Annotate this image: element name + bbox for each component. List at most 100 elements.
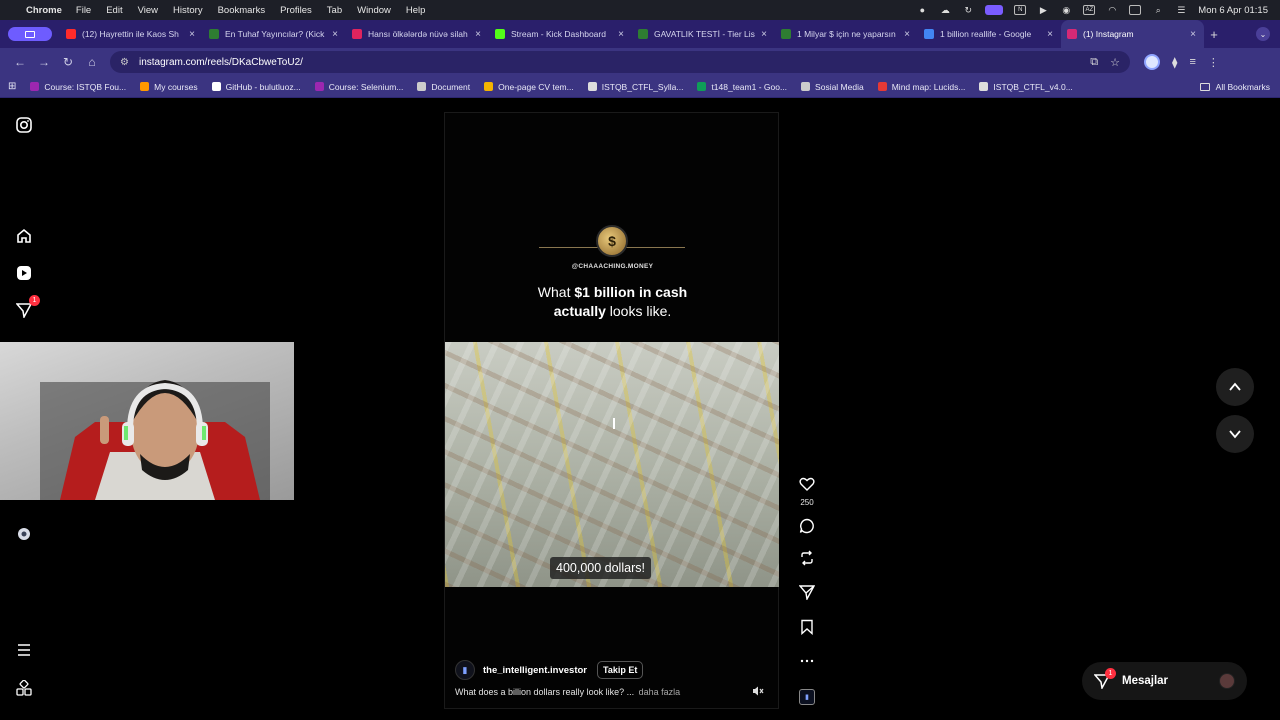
all-bookmarks[interactable]: All Bookmarks [1199, 82, 1270, 92]
bookmark-1[interactable]: My courses [140, 82, 198, 92]
media-controls-icon[interactable]: ≡ [1189, 56, 1195, 68]
direct-messages-icon[interactable]: 1 [14, 295, 40, 320]
reload-icon[interactable]: ↻ [56, 55, 80, 69]
bookmark-favicon-icon [30, 82, 40, 91]
tab-close-icon[interactable]: × [1190, 29, 1196, 40]
tab-close-icon[interactable]: × [189, 29, 195, 40]
author-avatar[interactable]: ▮ [455, 660, 475, 680]
menu-view[interactable]: View [138, 5, 158, 16]
bookmark-star-icon[interactable]: ☆ [1110, 56, 1120, 69]
reel-video[interactable]: $ @CHAAACHING.MONEY What $1 billion in c… [444, 112, 779, 709]
notion-icon[interactable]: N [1014, 5, 1027, 15]
bookmark-2[interactable]: GitHub - bulutluoz... [211, 82, 301, 92]
tab-0[interactable]: (12) Hayrettin ile Kaos Sh × [60, 20, 203, 48]
menu-history[interactable]: History [173, 5, 203, 16]
reels-icon[interactable] [14, 263, 34, 283]
caption-bold-2: actually [553, 303, 606, 319]
menu-profiles[interactable]: Profiles [280, 5, 312, 16]
author-username[interactable]: the_intelligent.investor [483, 665, 587, 676]
repost-button[interactable] [795, 550, 819, 571]
bookmark-8[interactable]: Sosial Media [801, 82, 864, 92]
threads-icon[interactable] [14, 524, 34, 544]
screen-share-icon[interactable] [985, 5, 1004, 15]
share-button[interactable] [795, 584, 819, 605]
bookmark-0[interactable]: Course: ISTQB Fou... [30, 82, 126, 92]
tab-4[interactable]: GAVATLIK TESTİ - Tier Lis × [632, 20, 775, 48]
tab-close-icon[interactable]: × [904, 29, 910, 40]
apps-grid-icon[interactable]: ⊞ [8, 81, 16, 92]
bookmark-5[interactable]: One-page CV tem... [484, 82, 574, 92]
menu-app-name[interactable]: Chrome [26, 5, 62, 16]
also-from-meta-icon[interactable] [14, 678, 34, 698]
save-button[interactable] [795, 619, 819, 640]
tab-close-icon[interactable]: × [332, 29, 338, 40]
next-reel-button[interactable] [1216, 415, 1254, 453]
comment-button[interactable] [795, 518, 819, 539]
tab-7-active[interactable]: (1) Instagram × [1061, 20, 1204, 48]
site-info-icon[interactable]: ⚙ [120, 57, 129, 68]
tab-group-pill[interactable] [8, 27, 52, 41]
more-menu-icon[interactable] [14, 640, 34, 660]
cloud-icon[interactable]: ☁ [939, 5, 951, 15]
menu-kebab-icon[interactable]: ⋮ [1208, 56, 1219, 69]
menu-file[interactable]: File [76, 5, 91, 16]
input-source-icon[interactable]: AZ [1083, 5, 1096, 15]
tab-6[interactable]: 1 billion reallife - Google × [918, 20, 1061, 48]
battery-icon[interactable] [1129, 5, 1142, 15]
bookmark-9[interactable]: Mind map: Lucids... [877, 82, 965, 92]
bookmark-label: ISTQB_CTFL_Sylla... [601, 81, 684, 92]
tab-close-icon[interactable]: × [475, 29, 481, 40]
tab-close-icon[interactable]: × [1047, 29, 1053, 40]
back-icon[interactable]: ← [8, 55, 32, 69]
profile-avatar[interactable] [1144, 54, 1160, 70]
tab-title: Stream - Kick Dashboard [511, 29, 606, 39]
camera-icon[interactable]: ▶ [1037, 5, 1049, 15]
tab-1[interactable]: En Tuhaf Yayıncılar? (Kick × [203, 20, 346, 48]
previous-reel-button[interactable] [1216, 368, 1254, 406]
wifi-icon[interactable]: ◠ [1106, 5, 1118, 15]
bookmark-10[interactable]: ISTQB_CTFL_v4.0... [979, 82, 1073, 92]
menu-edit[interactable]: Edit [106, 5, 122, 16]
bookmark-favicon-icon [979, 82, 989, 91]
tab-5[interactable]: 1 Milyar $ için ne yaparsın × [775, 20, 918, 48]
forward-icon[interactable]: → [32, 55, 56, 69]
menu-tab[interactable]: Tab [327, 5, 342, 16]
menu-bookmarks[interactable]: Bookmarks [218, 5, 266, 16]
address-bar[interactable]: ⚙ instagram.com/reels/DKaCbweToU2/ ⧉ ☆ [110, 51, 1130, 73]
more-link[interactable]: daha fazla [639, 687, 681, 697]
bookmark-7[interactable]: t148_team1 - Goo... [697, 82, 787, 92]
menu-help[interactable]: Help [406, 5, 426, 16]
menu-window[interactable]: Window [357, 5, 391, 16]
bookmark-3[interactable]: Course: Selenium... [314, 82, 403, 92]
home-icon[interactable]: ⌂ [80, 55, 104, 69]
messages-badge: 1 [1105, 668, 1116, 679]
instagram-logo-icon[interactable] [14, 115, 34, 135]
mute-icon[interactable] [752, 685, 766, 697]
sync-icon[interactable]: ↻ [962, 5, 974, 15]
install-app-icon[interactable]: ⧉ [1090, 56, 1098, 69]
like-button[interactable]: 250 [795, 476, 819, 507]
spotlight-search-icon[interactable]: ⌕ [1152, 5, 1164, 15]
google-favicon-icon [924, 29, 934, 39]
tab-close-icon[interactable]: × [761, 29, 767, 40]
bookmark-4[interactable]: Document [417, 82, 470, 92]
bookmark-6[interactable]: ISTQB_CTFL_Sylla... [587, 81, 684, 92]
control-center-icon[interactable]: ☰ [1175, 5, 1187, 15]
tab-search-chevron-icon[interactable]: ⌄ [1256, 27, 1270, 41]
record-dot-icon[interactable]: ● [916, 5, 928, 15]
audio-thumbnail[interactable]: ▮ [799, 689, 815, 705]
tab-2[interactable]: Hansı ölkələrdə nüvə silah × [346, 20, 489, 48]
tab-title: GAVATLIK TESTİ - Tier Lis [654, 29, 755, 39]
messages-button[interactable]: 1 Mesajlar [1082, 662, 1247, 700]
home-icon[interactable] [14, 226, 34, 246]
play-icon[interactable]: ◉ [1060, 5, 1072, 15]
more-options-button[interactable] [795, 653, 819, 674]
new-tab-icon[interactable]: + [1204, 27, 1224, 42]
menu-clock[interactable]: Mon 6 Apr 01:15 [1198, 5, 1268, 16]
extensions-icon[interactable]: ⧫ [1172, 56, 1177, 69]
instagram-favicon-icon [1067, 29, 1077, 39]
tab-3[interactable]: Stream - Kick Dashboard × [489, 20, 632, 48]
address-url[interactable]: instagram.com/reels/DKaCbweToU2/ [139, 57, 303, 68]
follow-button[interactable]: Takip Et [597, 661, 644, 679]
tab-close-icon[interactable]: × [618, 29, 624, 40]
